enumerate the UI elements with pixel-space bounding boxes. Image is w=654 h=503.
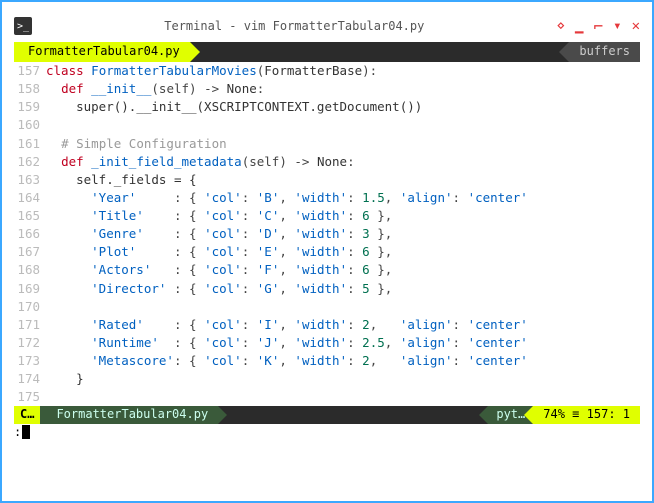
- line-number: 168: [14, 261, 46, 279]
- buffer-tabbar: FormatterTabular04.py buffers: [14, 42, 640, 62]
- code-line: 160: [14, 116, 640, 134]
- line-number: 157: [14, 62, 46, 80]
- window-dots-icon[interactable]: ⋄: [557, 18, 565, 34]
- tab-buffers[interactable]: buffers: [569, 42, 640, 62]
- code-line: 157class FormatterTabularMovies(Formatte…: [14, 62, 640, 80]
- close-button[interactable]: ✕: [632, 18, 640, 34]
- code-line: 159 super().__init__(XSCRIPTCONTEXT.getD…: [14, 98, 640, 116]
- line-number: 165: [14, 207, 46, 225]
- code-line: 172 'Runtime' : { 'col': 'J', 'width': 2…: [14, 334, 640, 352]
- status-col: 1: [623, 407, 630, 421]
- code-content: 'Genre' : { 'col': 'D', 'width': 3 },: [46, 225, 640, 243]
- line-number: 160: [14, 116, 46, 134]
- line-number: 167: [14, 243, 46, 261]
- code-line: 173 'Metascore': { 'col': 'K', 'width': …: [14, 352, 640, 370]
- code-content: super().__init__(XSCRIPTCONTEXT.getDocum…: [46, 98, 640, 116]
- line-number: 175: [14, 388, 46, 406]
- code-content: 'Year' : { 'col': 'B', 'width': 1.5, 'al…: [46, 189, 640, 207]
- code-content: 'Runtime' : { 'col': 'J', 'width': 2.5, …: [46, 334, 640, 352]
- status-position: 74% ≡ 157: 1: [533, 406, 640, 424]
- code-content: 'Actors' : { 'col': 'F', 'width': 6 },: [46, 261, 640, 279]
- line-number: 174: [14, 370, 46, 388]
- code-line: 163 self._fields = {: [14, 171, 640, 189]
- code-content: 'Director' : { 'col': 'G', 'width': 5 },: [46, 280, 640, 298]
- code-content: }: [46, 370, 640, 388]
- line-number: 170: [14, 298, 46, 316]
- status-line: 157: [587, 407, 609, 421]
- line-number: 169: [14, 280, 46, 298]
- minimize-button[interactable]: ▁: [575, 18, 583, 34]
- status-sep: ≡: [572, 407, 586, 421]
- code-line: 161 # Simple Configuration: [14, 135, 640, 153]
- line-number: 171: [14, 316, 46, 334]
- line-number: 158: [14, 80, 46, 98]
- code-line: 167 'Plot' : { 'col': 'E', 'width': 6 },: [14, 243, 640, 261]
- titlebar-left: >_: [14, 17, 32, 35]
- statusbar: C… FormatterTabular04.py pyt… 74% ≡ 157:…: [14, 406, 640, 424]
- line-number: 172: [14, 334, 46, 352]
- code-content: 'Metascore': { 'col': 'K', 'width': 2, '…: [46, 352, 640, 370]
- code-line: 158 def __init__(self) -> None:: [14, 80, 640, 98]
- code-line: 165 'Title' : { 'col': 'C', 'width': 6 }…: [14, 207, 640, 225]
- code-content: self._fields = {: [46, 171, 640, 189]
- code-line: 166 'Genre' : { 'col': 'D', 'width': 3 }…: [14, 225, 640, 243]
- code-line: 171 'Rated' : { 'col': 'I', 'width': 2, …: [14, 316, 640, 334]
- line-number: 161: [14, 135, 46, 153]
- terminal-window: >_ Terminal - vim FormatterTabular04.py …: [0, 0, 654, 503]
- status-spacer: [218, 406, 488, 424]
- code-content: 'Title' : { 'col': 'C', 'width': 6 },: [46, 207, 640, 225]
- code-line: 162 def _init_field_metadata(self) -> No…: [14, 153, 640, 171]
- tab-active[interactable]: FormatterTabular04.py: [14, 42, 190, 62]
- line-number: 173: [14, 352, 46, 370]
- code-content: # Simple Configuration: [46, 135, 640, 153]
- status-filename: FormatterTabular04.py: [40, 406, 218, 424]
- status-percent: 74%: [543, 407, 565, 421]
- status-mode: C…: [14, 406, 40, 424]
- line-number: 163: [14, 171, 46, 189]
- window-title: Terminal - vim FormatterTabular04.py: [32, 19, 557, 33]
- code-line: 174 }: [14, 370, 640, 388]
- line-number: 164: [14, 189, 46, 207]
- terminal-icon: >_: [14, 17, 32, 35]
- status-colon: :: [608, 407, 622, 421]
- line-number: 162: [14, 153, 46, 171]
- code-content: def _init_field_metadata(self) -> None:: [46, 153, 640, 171]
- cursor: [22, 425, 30, 439]
- code-content: [46, 388, 640, 406]
- code-content: [46, 116, 640, 134]
- code-content: def __init__(self) -> None:: [46, 80, 640, 98]
- command-line[interactable]: :: [14, 424, 640, 440]
- line-number: 166: [14, 225, 46, 243]
- code-content: 'Plot' : { 'col': 'E', 'width': 6 },: [46, 243, 640, 261]
- window-controls: ⋄ ▁ ⌐ ▾ ✕: [557, 17, 640, 36]
- code-content: class FormatterTabularMovies(FormatterBa…: [46, 62, 640, 80]
- code-content: [46, 298, 640, 316]
- code-line: 175: [14, 388, 640, 406]
- code-line: 164 'Year' : { 'col': 'B', 'width': 1.5,…: [14, 189, 640, 207]
- maximize-button[interactable]: ⌐: [593, 17, 603, 36]
- code-line: 170: [14, 298, 640, 316]
- editor-area[interactable]: 157class FormatterTabularMovies(Formatte…: [14, 62, 640, 406]
- titlebar: >_ Terminal - vim FormatterTabular04.py …: [14, 14, 640, 38]
- line-number: 159: [14, 98, 46, 116]
- code-line: 168 'Actors' : { 'col': 'F', 'width': 6 …: [14, 261, 640, 279]
- code-content: 'Rated' : { 'col': 'I', 'width': 2, 'ali…: [46, 316, 640, 334]
- restore-button[interactable]: ▾: [613, 18, 621, 34]
- code-line: 169 'Director' : { 'col': 'G', 'width': …: [14, 280, 640, 298]
- cmd-prompt: :: [14, 425, 21, 439]
